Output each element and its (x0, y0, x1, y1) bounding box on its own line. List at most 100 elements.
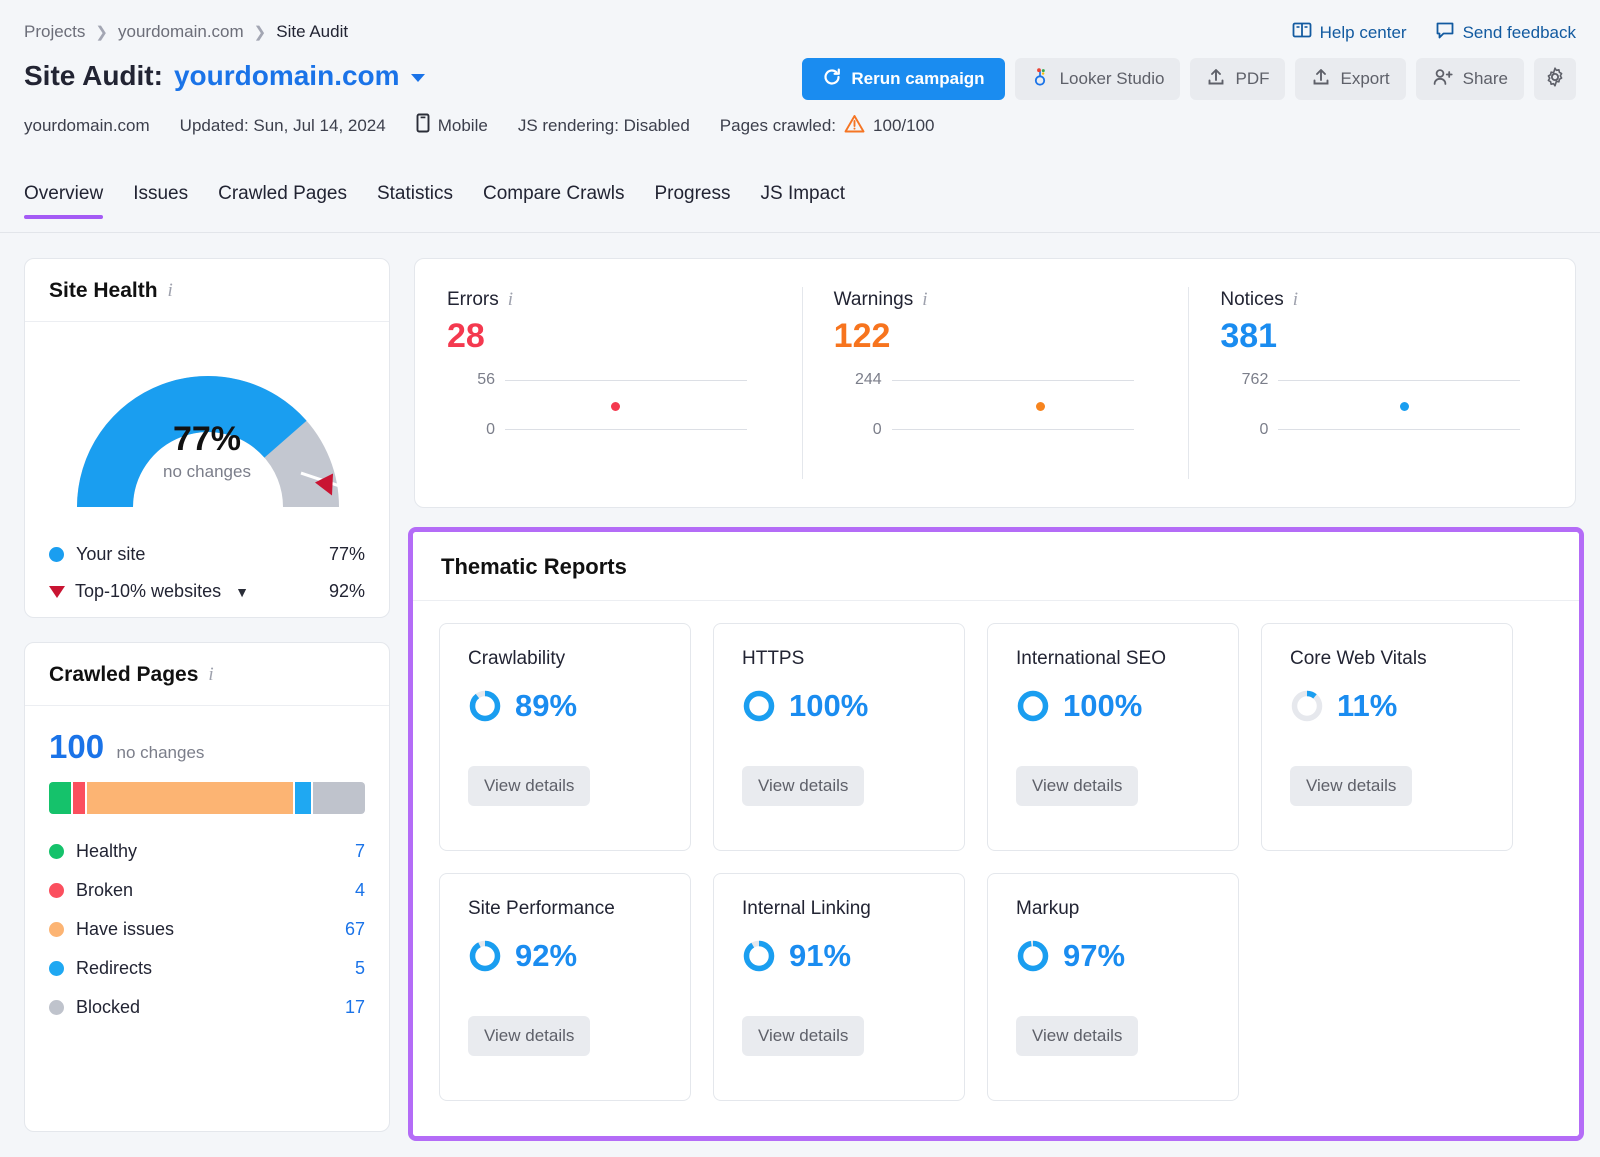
sparkline-top-gridline (892, 380, 1134, 381)
warnings-label: Warnings (834, 289, 914, 311)
thematic-card-internal-linking[interactable]: Internal Linking 91% View details (713, 873, 965, 1101)
site-health-percent: 77% (25, 422, 389, 456)
sparkline-bottom-gridline (1278, 429, 1520, 430)
crawled-pages-value-redirects[interactable]: 5 (321, 958, 365, 979)
thematic-card-markup[interactable]: Markup 97% View details (987, 873, 1239, 1101)
upload-icon (1311, 67, 1331, 92)
crawled-pages-card: Crawled Pages i 100 no changes Healthy 7 (24, 642, 390, 1132)
warnings-value[interactable]: 122 (834, 317, 1189, 356)
thematic-card-crawlability[interactable]: Crawlability 89% View details (439, 623, 691, 851)
crawled-pages-value-healthy[interactable]: 7 (321, 841, 365, 862)
thematic-card-name: Markup (1016, 898, 1210, 920)
tab-statistics[interactable]: Statistics (377, 183, 453, 219)
crawled-pages-value-blocked[interactable]: 17 (321, 997, 365, 1018)
crawled-pages-value-broken[interactable]: 4 (321, 880, 365, 901)
legend-dot-icon (49, 961, 64, 976)
thematic-card-core-web-vitals[interactable]: Core Web Vitals 11% View details (1261, 623, 1513, 851)
notices-axis-bottom: 0 (1220, 421, 1268, 439)
speech-bubble-icon (1435, 20, 1455, 45)
looker-studio-button[interactable]: Looker Studio (1015, 58, 1181, 100)
breadcrumb-item-projects[interactable]: Projects (24, 22, 85, 42)
chevron-down-icon[interactable] (411, 74, 425, 82)
action-toolbar: Rerun campaign Looker Studio PDF Export (802, 58, 1576, 100)
crawled-pages-header: Crawled Pages i (25, 643, 389, 706)
view-details-button[interactable]: View details (742, 766, 864, 806)
notices-header: Notices i (1220, 289, 1575, 311)
tab-progress[interactable]: Progress (654, 183, 730, 219)
warnings-header: Warnings i (834, 289, 1189, 311)
settings-button[interactable] (1534, 58, 1576, 100)
legend-value-top10: 92% (329, 581, 365, 602)
share-label: Share (1463, 69, 1508, 89)
issues-summary-panel: Errors i 28 56 0 Warnings i 122 244 0 (414, 258, 1576, 508)
warnings-axis-bottom: 0 (834, 421, 882, 439)
thematic-card-percent: 100% (789, 688, 868, 724)
info-icon[interactable]: i (508, 289, 513, 311)
legend-row-your-site: Your site 77% (49, 536, 365, 573)
rerun-campaign-button[interactable]: Rerun campaign (802, 58, 1004, 100)
view-details-button[interactable]: View details (742, 1016, 864, 1056)
tab-bar: Overview Issues Crawled Pages Statistics… (0, 183, 1600, 233)
site-health-title: Site Health (49, 279, 158, 303)
view-details-button[interactable]: View details (1290, 766, 1412, 806)
thematic-card-name: Core Web Vitals (1290, 648, 1484, 670)
thematic-reports-card: Thematic Reports Crawlability 89% View d… (413, 532, 1579, 1136)
view-details-button[interactable]: View details (1016, 1016, 1138, 1056)
send-feedback-label: Send feedback (1463, 23, 1576, 43)
warnings-data-point (1036, 402, 1045, 411)
view-details-button[interactable]: View details (468, 766, 590, 806)
add-user-icon (1432, 67, 1454, 92)
thematic-card-international-seo[interactable]: International SEO 100% View details (987, 623, 1239, 851)
stacked-segment-broken (73, 782, 85, 814)
thematic-card-name: Internal Linking (742, 898, 936, 920)
tab-issues[interactable]: Issues (133, 183, 188, 219)
tab-js-impact[interactable]: JS Impact (761, 183, 845, 219)
info-icon[interactable]: i (168, 280, 173, 302)
chevron-down-icon[interactable]: ▼ (235, 584, 249, 600)
upload-icon (1206, 67, 1226, 92)
tab-crawled-pages[interactable]: Crawled Pages (218, 183, 347, 219)
tab-overview[interactable]: Overview (24, 183, 103, 219)
info-icon[interactable]: i (922, 289, 927, 311)
tab-compare-crawls[interactable]: Compare Crawls (483, 183, 624, 219)
pdf-button[interactable]: PDF (1190, 58, 1285, 100)
legend-row-top10[interactable]: Top-10% websites ▼ 92% (49, 573, 365, 610)
errors-value[interactable]: 28 (447, 317, 802, 356)
thematic-card-https[interactable]: HTTPS 100% View details (713, 623, 965, 851)
help-center-link[interactable]: Help center (1292, 20, 1407, 45)
legend-dot-icon (49, 922, 64, 937)
breadcrumb-item-site-audit[interactable]: Site Audit (276, 22, 348, 42)
crawled-pages-row-redirects: Redirects 5 (49, 949, 365, 988)
thematic-card-name: International SEO (1016, 648, 1210, 670)
thematic-card-score: 100% (742, 688, 936, 724)
crawled-pages-label-redirects: Redirects (76, 958, 321, 979)
info-icon[interactable]: i (1293, 289, 1298, 311)
refresh-icon (822, 67, 842, 92)
sparkline-top-gridline (505, 380, 747, 381)
info-icon[interactable]: i (208, 664, 213, 686)
export-label: Export (1340, 69, 1389, 89)
share-button[interactable]: Share (1416, 58, 1524, 100)
crawled-pages-value-have-issues[interactable]: 67 (321, 919, 365, 940)
gauge-center-text: 77% no changes (25, 422, 389, 482)
errors-header: Errors i (447, 289, 802, 311)
donut-progress-icon (1290, 689, 1324, 723)
export-button[interactable]: Export (1295, 58, 1405, 100)
view-details-button[interactable]: View details (1016, 766, 1138, 806)
thematic-card-percent: 91% (789, 938, 851, 974)
crawled-pages-row-blocked: Blocked 17 (49, 988, 365, 1027)
thematic-card-percent: 92% (515, 938, 577, 974)
page-title-domain[interactable]: yourdomain.com (174, 60, 400, 92)
site-audit-overview-page: Projects ❯ yourdomain.com ❯ Site Audit H… (0, 0, 1600, 1157)
send-feedback-link[interactable]: Send feedback (1435, 20, 1576, 45)
view-details-button[interactable]: View details (468, 1016, 590, 1056)
meta-pages-crawled: Pages crawled: 100/100 (720, 114, 935, 138)
thematic-card-site-performance[interactable]: Site Performance 92% View details (439, 873, 691, 1101)
sparkline-bottom-gridline (505, 429, 747, 430)
crawled-pages-total-row: 100 no changes (49, 728, 365, 766)
notices-value[interactable]: 381 (1220, 317, 1575, 356)
breadcrumb-item-domain[interactable]: yourdomain.com (118, 22, 244, 42)
thematic-card-percent: 100% (1063, 688, 1142, 724)
site-health-legend: Your site 77% Top-10% websites ▼ 92% (25, 532, 389, 610)
legend-dot-icon (49, 547, 64, 562)
